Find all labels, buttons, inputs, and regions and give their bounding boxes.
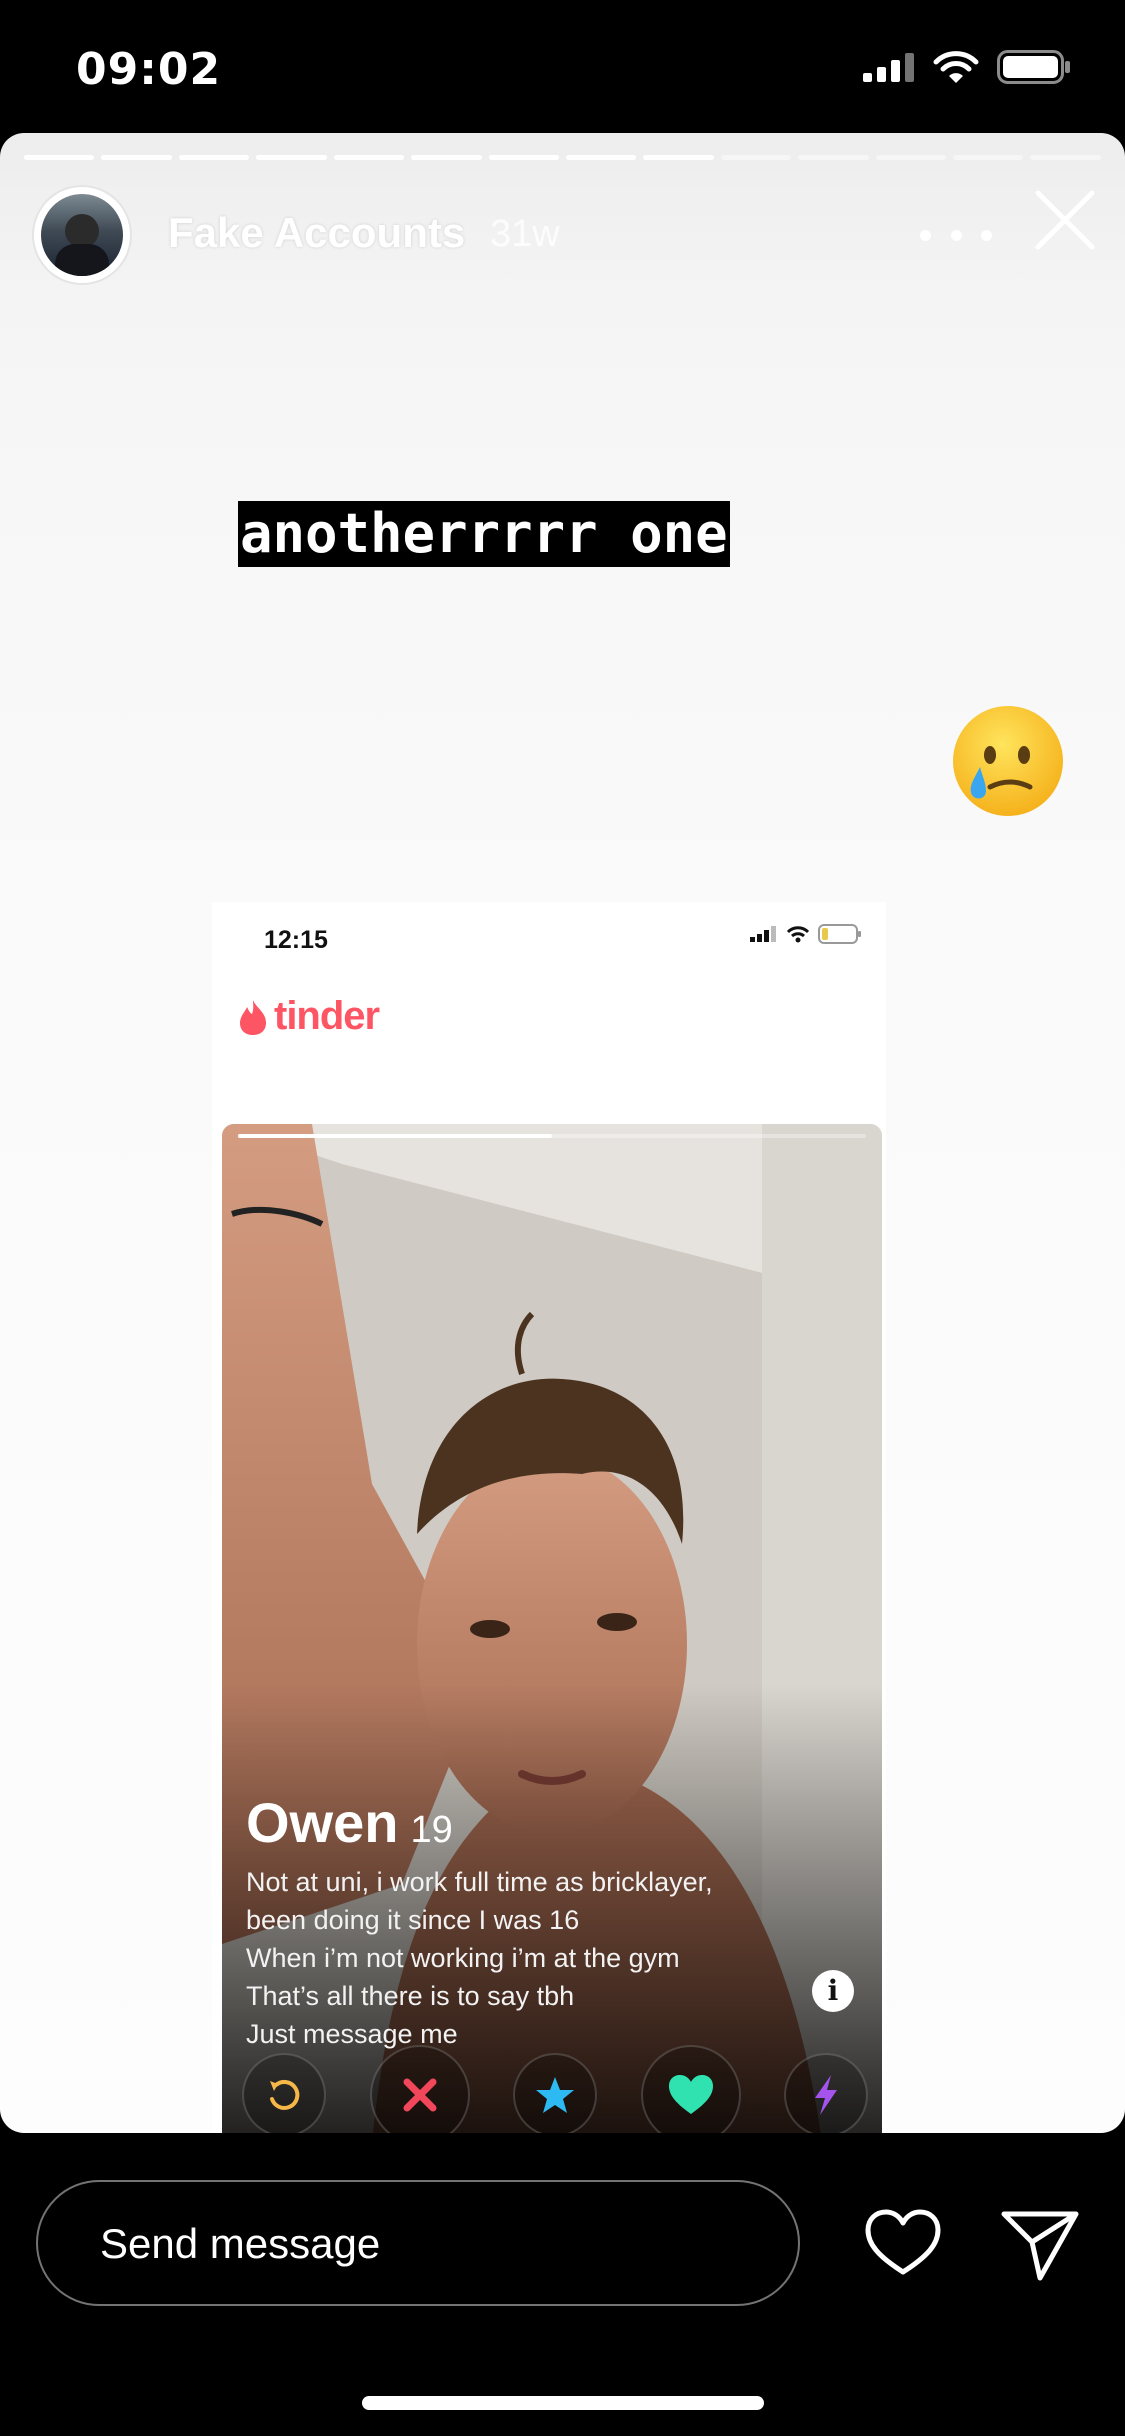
status-bar: 09:02 [0,0,1125,130]
story-progress-segment [101,155,172,160]
story-timestamp: 31w [490,213,560,255]
story-progress-segment [333,155,405,160]
nope-button [369,2045,470,2133]
bio-line: been doing it since I was 16 [246,1905,580,1935]
like-icon [668,2075,713,2114]
rewind-button [242,2053,326,2133]
tinder-wordmark: tinder [274,994,380,1038]
nope-icon [403,2078,436,2112]
story-progress-segment [720,155,792,160]
avatar[interactable] [34,187,130,283]
avatar-photo [41,194,123,276]
story-progress-bar [24,155,1101,160]
story-progress-segment [24,155,95,160]
heart-icon[interactable] [864,2208,942,2278]
wifi-icon [786,926,810,943]
story-header: Fake Accounts 31w [34,187,1095,297]
send-message-input[interactable]: Send message [36,2180,800,2306]
bio-line: When i’m not working i’m at the gym [246,1943,680,1973]
tinder-screenshot: 12:15 tinder Owen 19 Not at uni, i work … [212,902,886,2133]
story-viewer[interactable]: Fake Accounts 31w anotherrrrr one 12:15 [0,133,1125,2133]
screenshot-time: 12:15 [264,926,328,954]
send-icon[interactable] [1000,2206,1080,2282]
profile-name-row: Owen 19 [246,1790,713,1855]
profile-info: Owen 19 Not at uni, i work full time as … [246,1790,713,2053]
profile-card: Owen 19 Not at uni, i work full time as … [222,1124,882,2133]
story-progress-segment [565,155,637,160]
profile-bio: Not at uni, i work full time as bricklay… [246,1863,713,2053]
story-progress-segment [256,155,327,160]
like-button [640,2045,741,2133]
boost-button [784,2053,868,2133]
close-icon[interactable] [1032,187,1098,253]
cellular-signal-icon [750,926,776,942]
crying-smile-emoji-icon [953,706,1063,816]
rewind-icon [270,2079,300,2110]
story-progress-segment [488,155,559,160]
bio-line: That’s all there is to say tbh [246,1981,575,2011]
story-progress-segment [1030,155,1101,160]
profile-age: 19 [410,1809,453,1851]
photo-progress [238,1134,866,1138]
status-time: 09:02 [76,44,222,95]
status-icons [863,50,1071,84]
more-options-icon[interactable] [920,215,992,255]
story-username[interactable]: Fake Accounts [168,209,465,257]
super-like-button [513,2053,597,2133]
screenshot-status-icons [750,924,862,944]
bio-line: Not at uni, i work full time as bricklay… [246,1867,713,1897]
tinder-logo: tinder [238,994,380,1039]
flame-icon [240,999,266,1035]
story-progress-segment [643,155,714,160]
boost-icon [815,2075,837,2115]
story-progress-segment [953,155,1024,160]
super-like-icon [536,2077,574,2113]
send-message-placeholder: Send message [100,2220,381,2267]
battery-icon [818,924,861,944]
story-progress-segment [875,155,947,160]
cellular-signal-icon [863,53,914,82]
home-indicator [362,2396,764,2410]
battery-icon [997,50,1070,84]
story-progress-segment [798,155,869,160]
wifi-icon [933,51,979,83]
bio-line: Just message me [246,2019,458,2049]
story-caption: anotherrrrr one [238,501,730,567]
story-progress-segment [411,155,482,160]
story-progress-segment [178,155,250,160]
tinder-action-bar [242,2045,868,2133]
info-icon: i [812,1970,854,2012]
profile-name: Owen [246,1791,399,1854]
